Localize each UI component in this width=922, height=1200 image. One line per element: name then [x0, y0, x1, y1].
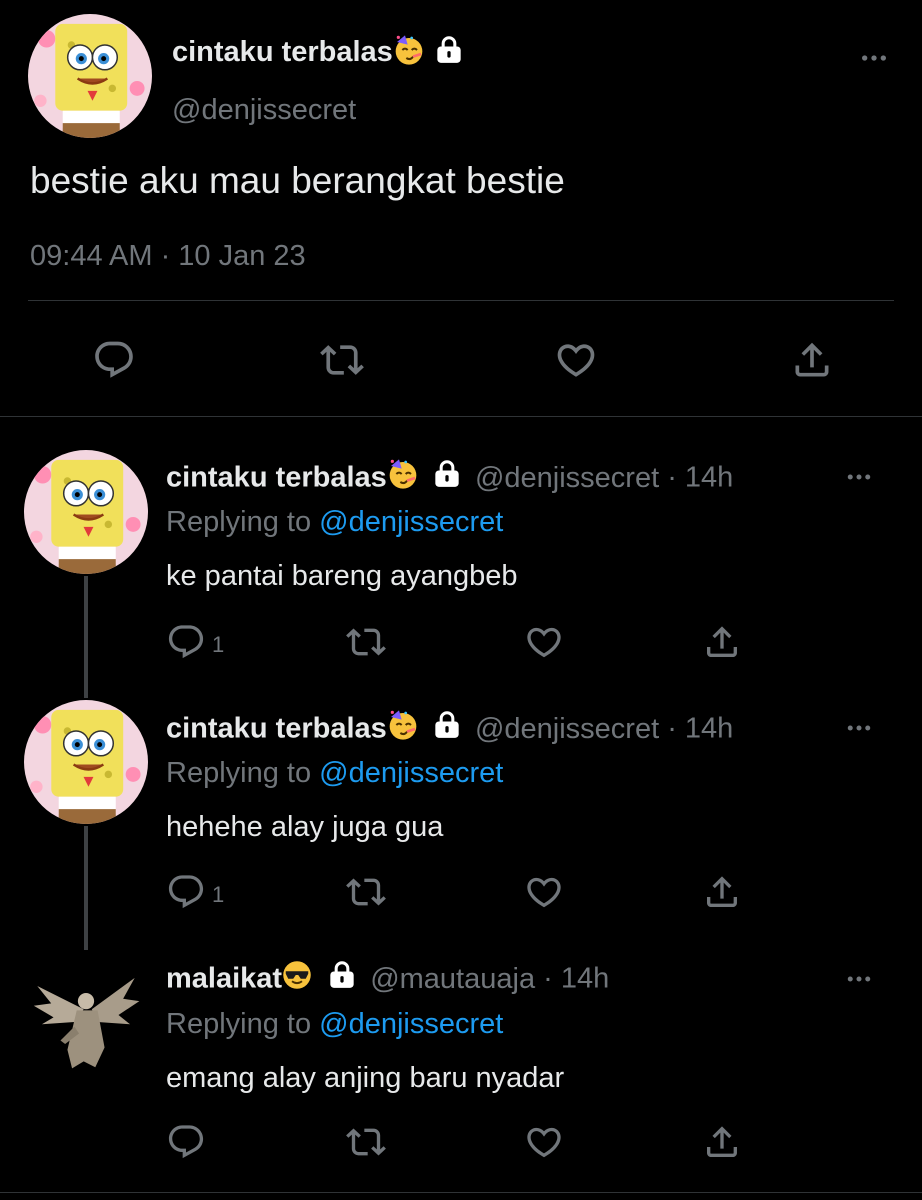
time[interactable]: · 14h — [543, 963, 609, 995]
reply-icon[interactable] — [92, 338, 136, 382]
tweet-text: ke pantai bareng ayangbeb — [166, 560, 518, 592]
timestamp[interactable]: 09:44 AM · 10 Jan 23 — [30, 240, 306, 273]
retweet-icon[interactable] — [346, 1122, 386, 1162]
replying-label: Replying to — [166, 1008, 312, 1040]
author-name-row: cintaku terbalas — [172, 34, 463, 74]
reply-count: 1 — [212, 632, 225, 657]
replying-to-link[interactable]: @denjissecret — [319, 1008, 503, 1040]
author-row: cintaku terbalas @denjissecret · 14h — [166, 458, 733, 498]
avatar[interactable] — [24, 700, 148, 824]
party-face-emoji — [387, 458, 419, 498]
tweet-text: emang alay anjing baru nyadar — [166, 1062, 565, 1094]
thread-line — [84, 576, 88, 698]
reply-icon[interactable] — [166, 1122, 206, 1162]
handle[interactable]: @mautauaja — [370, 963, 535, 995]
time[interactable]: · 14h — [667, 713, 733, 745]
handle[interactable]: @denjissecret — [172, 94, 356, 127]
lock-icon — [435, 35, 463, 70]
retweet-icon[interactable] — [346, 622, 386, 662]
divider — [28, 300, 894, 301]
replying-to-link[interactable]: @denjissecret — [319, 757, 503, 789]
retweet-icon[interactable] — [320, 338, 364, 382]
share-icon[interactable] — [790, 338, 834, 382]
avatar[interactable] — [24, 450, 148, 574]
handle[interactable]: @denjissecret — [475, 462, 659, 494]
reply-icon[interactable] — [166, 622, 206, 662]
display-name[interactable]: cintaku terbalas — [172, 36, 393, 68]
share-icon[interactable] — [702, 622, 742, 662]
more-icon[interactable] — [844, 964, 874, 999]
like-icon[interactable] — [524, 872, 564, 912]
reply-count: 1 — [212, 882, 225, 907]
time[interactable]: · 14h — [667, 462, 733, 494]
avatar[interactable] — [28, 14, 152, 138]
replying-label: Replying to — [166, 757, 312, 789]
display-name[interactable]: cintaku terbalas — [166, 462, 387, 494]
like-icon[interactable] — [524, 1122, 564, 1162]
replying-to-link[interactable]: @denjissecret — [319, 506, 503, 538]
author-row: malaikat @mautauaja · 14h — [166, 960, 609, 1000]
like-icon[interactable] — [524, 622, 564, 662]
party-face-emoji — [387, 709, 419, 749]
lock-icon — [433, 710, 461, 748]
tweet-text: bestie aku mau berangkat bestie — [30, 160, 565, 201]
share-icon[interactable] — [702, 872, 742, 912]
author-row: cintaku terbalas @denjissecret · 14h — [166, 709, 733, 749]
replying-to-row: Replying to @denjissecret — [166, 506, 503, 539]
replying-to-row: Replying to @denjissecret — [166, 1008, 503, 1041]
share-icon[interactable] — [702, 1122, 742, 1162]
replying-label: Replying to — [166, 506, 312, 538]
party-face-emoji — [393, 34, 425, 71]
replying-to-row: Replying to @denjissecret — [166, 757, 503, 790]
lock-icon — [328, 960, 356, 998]
display-name[interactable]: cintaku terbalas — [166, 713, 387, 745]
lock-icon — [433, 459, 461, 497]
avatar[interactable] — [28, 955, 144, 1075]
display-name[interactable]: malaikat — [166, 963, 282, 995]
handle[interactable]: @denjissecret — [475, 713, 659, 745]
sunglasses-emoji — [282, 960, 312, 998]
reply-icon[interactable] — [166, 872, 206, 912]
like-icon[interactable] — [554, 338, 598, 382]
more-icon[interactable] — [858, 42, 890, 79]
more-icon[interactable] — [844, 713, 874, 748]
thread-line — [84, 826, 88, 950]
section-divider — [0, 416, 922, 417]
bottom-divider — [0, 1192, 922, 1193]
tweet-text: hehehe alay juga gua — [166, 811, 444, 843]
retweet-icon[interactable] — [346, 872, 386, 912]
more-icon[interactable] — [844, 462, 874, 497]
